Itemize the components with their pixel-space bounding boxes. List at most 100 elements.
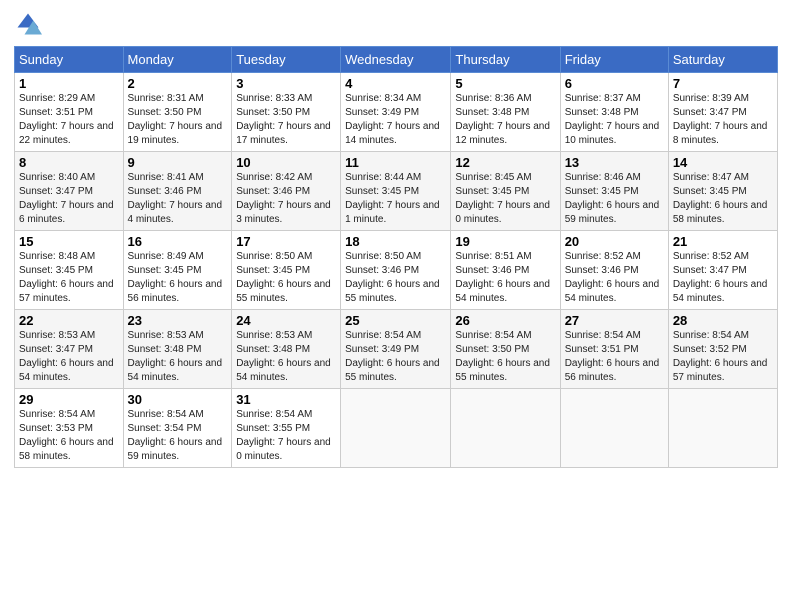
calendar-day-cell: 27 Sunrise: 8:54 AMSunset: 3:51 PMDaylig… [560,310,668,389]
calendar-day-cell: 11 Sunrise: 8:44 AMSunset: 3:45 PMDaylig… [341,152,451,231]
day-info: Sunrise: 8:45 AMSunset: 3:45 PMDaylight:… [455,172,550,225]
weekday-header: Monday [123,47,232,73]
day-info: Sunrise: 8:29 AMSunset: 3:51 PMDaylight:… [19,93,114,146]
calendar-day-cell: 4 Sunrise: 8:34 AMSunset: 3:49 PMDayligh… [341,73,451,152]
day-number: 22 [19,313,119,328]
calendar-day-cell: 17 Sunrise: 8:50 AMSunset: 3:45 PMDaylig… [232,231,341,310]
day-info: Sunrise: 8:54 AMSunset: 3:49 PMDaylight:… [345,330,440,383]
calendar-week-row: 1 Sunrise: 8:29 AMSunset: 3:51 PMDayligh… [15,73,778,152]
day-info: Sunrise: 8:54 AMSunset: 3:54 PMDaylight:… [128,409,223,462]
calendar-day-cell [451,389,560,468]
day-number: 17 [236,234,336,249]
calendar-day-cell: 15 Sunrise: 8:48 AMSunset: 3:45 PMDaylig… [15,231,124,310]
calendar-day-cell [341,389,451,468]
day-info: Sunrise: 8:52 AMSunset: 3:46 PMDaylight:… [565,251,660,304]
day-number: 8 [19,155,119,170]
calendar-day-cell: 23 Sunrise: 8:53 AMSunset: 3:48 PMDaylig… [123,310,232,389]
calendar-day-cell: 14 Sunrise: 8:47 AMSunset: 3:45 PMDaylig… [668,152,777,231]
calendar-day-cell: 8 Sunrise: 8:40 AMSunset: 3:47 PMDayligh… [15,152,124,231]
day-info: Sunrise: 8:36 AMSunset: 3:48 PMDaylight:… [455,93,550,146]
calendar-day-cell: 31 Sunrise: 8:54 AMSunset: 3:55 PMDaylig… [232,389,341,468]
calendar-day-cell: 25 Sunrise: 8:54 AMSunset: 3:49 PMDaylig… [341,310,451,389]
day-info: Sunrise: 8:39 AMSunset: 3:47 PMDaylight:… [673,93,768,146]
weekday-header: Friday [560,47,668,73]
calendar-day-cell: 16 Sunrise: 8:49 AMSunset: 3:45 PMDaylig… [123,231,232,310]
calendar-day-cell: 3 Sunrise: 8:33 AMSunset: 3:50 PMDayligh… [232,73,341,152]
day-info: Sunrise: 8:34 AMSunset: 3:49 PMDaylight:… [345,93,440,146]
day-number: 15 [19,234,119,249]
day-info: Sunrise: 8:53 AMSunset: 3:47 PMDaylight:… [19,330,114,383]
weekday-header: Wednesday [341,47,451,73]
day-number: 6 [565,76,664,91]
calendar-day-cell: 1 Sunrise: 8:29 AMSunset: 3:51 PMDayligh… [15,73,124,152]
day-info: Sunrise: 8:54 AMSunset: 3:52 PMDaylight:… [673,330,768,383]
calendar-day-cell: 26 Sunrise: 8:54 AMSunset: 3:50 PMDaylig… [451,310,560,389]
day-number: 7 [673,76,773,91]
calendar-table: SundayMondayTuesdayWednesdayThursdayFrid… [14,46,778,468]
day-info: Sunrise: 8:48 AMSunset: 3:45 PMDaylight:… [19,251,114,304]
day-info: Sunrise: 8:54 AMSunset: 3:53 PMDaylight:… [19,409,114,462]
day-number: 13 [565,155,664,170]
header [14,10,778,38]
day-number: 9 [128,155,228,170]
day-info: Sunrise: 8:46 AMSunset: 3:45 PMDaylight:… [565,172,660,225]
day-number: 29 [19,392,119,407]
day-info: Sunrise: 8:54 AMSunset: 3:55 PMDaylight:… [236,409,331,462]
calendar-day-cell [668,389,777,468]
day-number: 11 [345,155,446,170]
calendar-day-cell: 22 Sunrise: 8:53 AMSunset: 3:47 PMDaylig… [15,310,124,389]
calendar-day-cell: 19 Sunrise: 8:51 AMSunset: 3:46 PMDaylig… [451,231,560,310]
day-number: 28 [673,313,773,328]
calendar-day-cell: 29 Sunrise: 8:54 AMSunset: 3:53 PMDaylig… [15,389,124,468]
day-number: 14 [673,155,773,170]
day-info: Sunrise: 8:50 AMSunset: 3:46 PMDaylight:… [345,251,440,304]
logo-icon [14,10,42,38]
calendar-day-cell: 13 Sunrise: 8:46 AMSunset: 3:45 PMDaylig… [560,152,668,231]
calendar-day-cell: 21 Sunrise: 8:52 AMSunset: 3:47 PMDaylig… [668,231,777,310]
day-number: 10 [236,155,336,170]
day-number: 4 [345,76,446,91]
day-info: Sunrise: 8:33 AMSunset: 3:50 PMDaylight:… [236,93,331,146]
day-number: 24 [236,313,336,328]
day-number: 19 [455,234,555,249]
day-info: Sunrise: 8:51 AMSunset: 3:46 PMDaylight:… [455,251,550,304]
calendar-day-cell: 6 Sunrise: 8:37 AMSunset: 3:48 PMDayligh… [560,73,668,152]
day-number: 30 [128,392,228,407]
calendar-container: SundayMondayTuesdayWednesdayThursdayFrid… [0,0,792,612]
logo [14,10,44,38]
day-info: Sunrise: 8:53 AMSunset: 3:48 PMDaylight:… [128,330,223,383]
day-info: Sunrise: 8:53 AMSunset: 3:48 PMDaylight:… [236,330,331,383]
day-info: Sunrise: 8:42 AMSunset: 3:46 PMDaylight:… [236,172,331,225]
day-info: Sunrise: 8:44 AMSunset: 3:45 PMDaylight:… [345,172,440,225]
calendar-day-cell: 30 Sunrise: 8:54 AMSunset: 3:54 PMDaylig… [123,389,232,468]
day-info: Sunrise: 8:52 AMSunset: 3:47 PMDaylight:… [673,251,768,304]
day-number: 12 [455,155,555,170]
day-number: 20 [565,234,664,249]
weekday-header: Tuesday [232,47,341,73]
calendar-day-cell: 5 Sunrise: 8:36 AMSunset: 3:48 PMDayligh… [451,73,560,152]
day-number: 23 [128,313,228,328]
day-number: 16 [128,234,228,249]
day-number: 27 [565,313,664,328]
calendar-day-cell: 24 Sunrise: 8:53 AMSunset: 3:48 PMDaylig… [232,310,341,389]
day-info: Sunrise: 8:54 AMSunset: 3:50 PMDaylight:… [455,330,550,383]
day-number: 2 [128,76,228,91]
day-info: Sunrise: 8:37 AMSunset: 3:48 PMDaylight:… [565,93,660,146]
calendar-day-cell [560,389,668,468]
day-info: Sunrise: 8:31 AMSunset: 3:50 PMDaylight:… [128,93,223,146]
weekday-header: Thursday [451,47,560,73]
calendar-week-row: 29 Sunrise: 8:54 AMSunset: 3:53 PMDaylig… [15,389,778,468]
day-info: Sunrise: 8:54 AMSunset: 3:51 PMDaylight:… [565,330,660,383]
day-number: 25 [345,313,446,328]
calendar-week-row: 8 Sunrise: 8:40 AMSunset: 3:47 PMDayligh… [15,152,778,231]
calendar-week-row: 22 Sunrise: 8:53 AMSunset: 3:47 PMDaylig… [15,310,778,389]
calendar-day-cell: 7 Sunrise: 8:39 AMSunset: 3:47 PMDayligh… [668,73,777,152]
day-info: Sunrise: 8:49 AMSunset: 3:45 PMDaylight:… [128,251,223,304]
day-number: 21 [673,234,773,249]
day-info: Sunrise: 8:41 AMSunset: 3:46 PMDaylight:… [128,172,223,225]
calendar-week-row: 15 Sunrise: 8:48 AMSunset: 3:45 PMDaylig… [15,231,778,310]
calendar-day-cell: 12 Sunrise: 8:45 AMSunset: 3:45 PMDaylig… [451,152,560,231]
day-number: 26 [455,313,555,328]
calendar-day-cell: 10 Sunrise: 8:42 AMSunset: 3:46 PMDaylig… [232,152,341,231]
day-number: 5 [455,76,555,91]
